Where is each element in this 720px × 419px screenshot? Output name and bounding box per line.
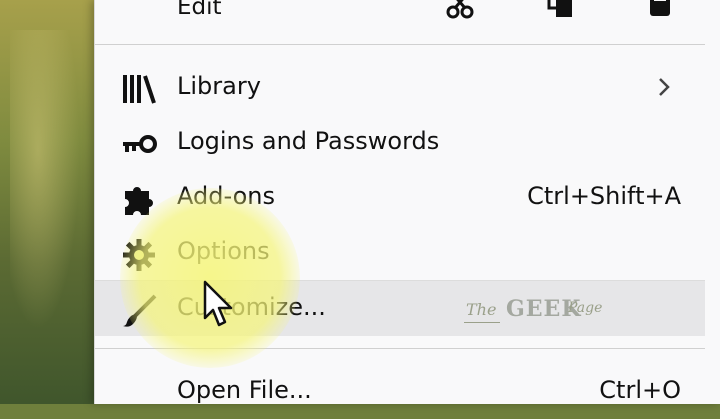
menu-item-label: Library xyxy=(177,72,261,100)
menu-item-shortcut: Ctrl+O xyxy=(599,376,681,404)
edit-row: Edit xyxy=(95,0,720,40)
key-icon xyxy=(121,128,159,160)
menu-item-open-file[interactable]: Open File... Ctrl+O xyxy=(95,364,705,419)
library-icon xyxy=(121,73,159,105)
edit-label: Edit xyxy=(177,0,222,20)
copy-icon[interactable] xyxy=(545,0,575,24)
gear-icon xyxy=(121,238,159,271)
menu-item-add-ons[interactable]: Add-ons Ctrl+Shift+A xyxy=(95,170,705,225)
paste-icon[interactable] xyxy=(647,0,673,24)
menu-item-customize[interactable]: Customize... xyxy=(95,281,705,336)
menu-item-label: Open File... xyxy=(177,376,312,404)
menu-item-library[interactable]: Library xyxy=(95,60,705,115)
watermark-page: Page xyxy=(568,300,603,316)
puzzle-icon xyxy=(121,183,159,215)
menu-item-logins-and-passwords[interactable]: Logins and Passwords xyxy=(95,115,705,170)
menu-item-options[interactable]: Options xyxy=(95,225,705,280)
menu-item-label: Add-ons xyxy=(177,182,275,210)
menu-separator xyxy=(95,44,705,45)
background-image xyxy=(0,0,100,404)
watermark-the: The xyxy=(466,300,497,319)
watermark-underline xyxy=(464,322,500,323)
app-menu: Edit Library Logins and Passwords Add-on… xyxy=(94,0,720,404)
menu-separator xyxy=(95,348,705,349)
scissors-icon[interactable] xyxy=(445,0,475,24)
chevron-right-icon xyxy=(657,76,671,102)
menu-item-label: Customize... xyxy=(177,293,326,321)
watermark-logo: The GEEK Page xyxy=(462,296,602,326)
menu-item-label: Options xyxy=(177,237,270,265)
paintbrush-icon xyxy=(121,294,159,327)
mouse-pointer-icon xyxy=(202,280,236,332)
menu-item-shortcut: Ctrl+Shift+A xyxy=(527,182,681,210)
menu-item-label: Logins and Passwords xyxy=(177,127,440,155)
